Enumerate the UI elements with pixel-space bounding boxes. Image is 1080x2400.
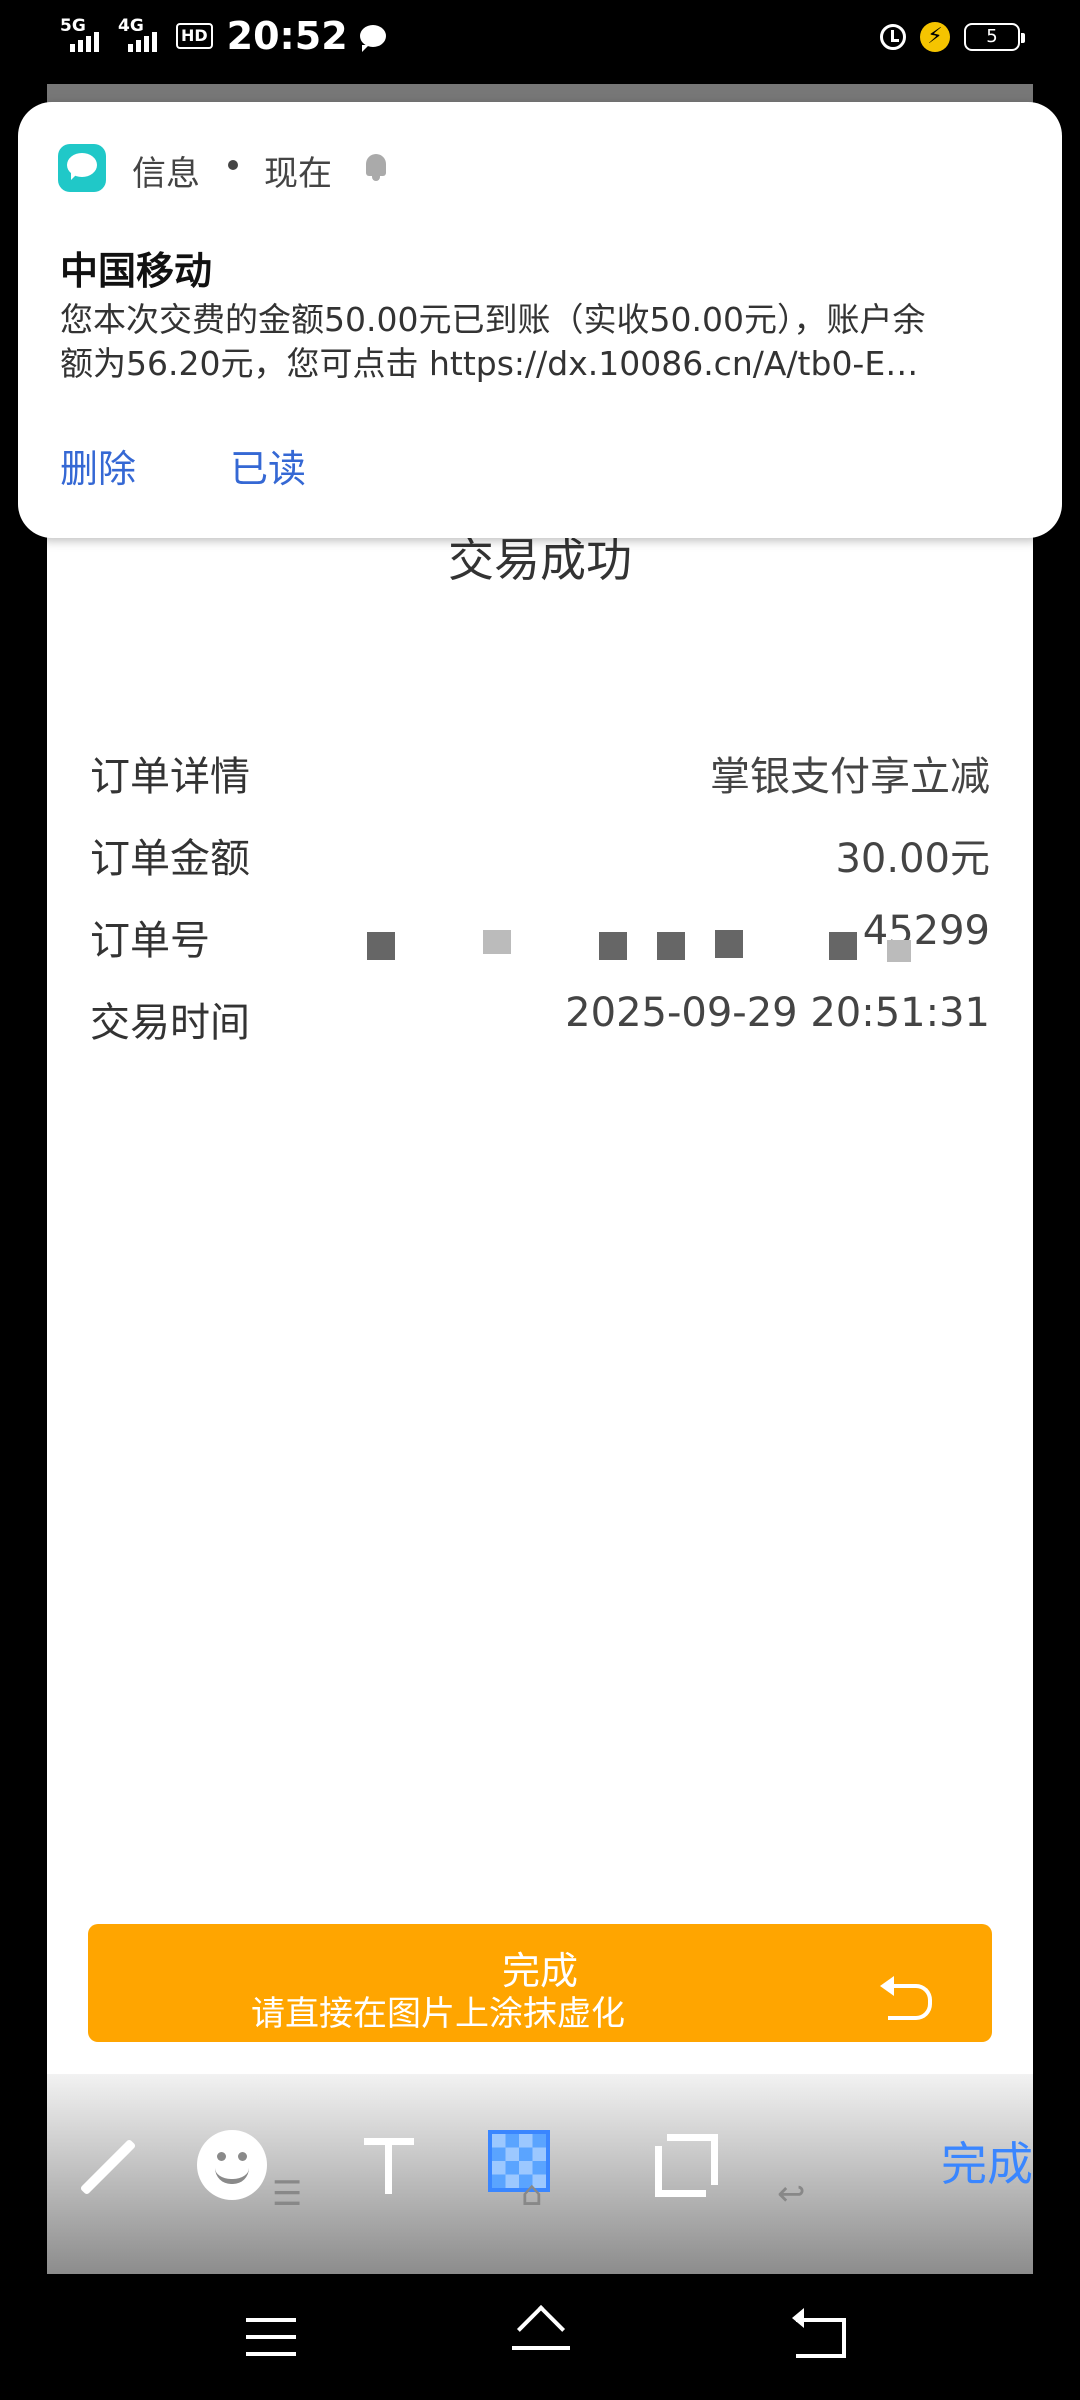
redaction-mark — [715, 930, 743, 958]
redaction-mark — [829, 932, 857, 960]
message-notification-icon — [359, 25, 386, 52]
ghost-home-icon: ⌂ — [521, 2174, 543, 2214]
toolbar-done-button[interactable]: 完成 — [941, 2128, 1033, 2194]
notification-sender: 中国移动 — [60, 249, 213, 293]
redaction-mark — [887, 940, 911, 962]
redaction-mark — [657, 932, 685, 960]
row-transaction-time: 交易时间 2025-09-29 20:51:31 — [90, 990, 990, 1060]
redaction-mark — [483, 930, 511, 954]
menu-icon[interactable] — [246, 2318, 296, 2356]
notification-body: 您本次交费的金额50.00元已到账（实收50.00元），账户余 额为56.20元… — [60, 298, 1050, 386]
crop-tool-icon[interactable] — [637, 2124, 727, 2214]
signal-5g-icon: 5G — [60, 16, 110, 56]
sms-notification[interactable]: 信息 现在 中国移动 您本次交费的金额50.00元已到账（实收50.00元），账… — [18, 102, 1062, 538]
redaction-mark — [367, 932, 395, 960]
undo-icon[interactable] — [880, 1976, 932, 2020]
text-tool-icon[interactable] — [352, 2124, 442, 2214]
home-icon[interactable] — [510, 2310, 572, 2354]
clock: 20:52 — [226, 14, 348, 58]
emoji-tool-icon[interactable] — [197, 2130, 267, 2200]
row-value: 30.00元 — [835, 836, 990, 882]
row-label: 订单金额 — [90, 836, 250, 882]
redaction-mark — [599, 932, 627, 960]
charging-icon: ⚡ — [920, 22, 950, 52]
done-button[interactable]: 完成 请直接在图片上涂抹虚化 — [88, 1924, 992, 2042]
pen-tool-icon[interactable] — [61, 2124, 151, 2214]
row-label: 订单详情 — [90, 754, 250, 800]
notification-body-line: 您本次交费的金额50.00元已到账（实收50.00元），账户余 — [60, 300, 926, 339]
row-order-detail: 订单详情 掌银支付享立减 — [90, 744, 990, 814]
status-right: ⚡ 5 — [880, 22, 1025, 52]
row-value: 掌银支付享立减 — [710, 754, 990, 800]
hd-voice-badge: HD — [176, 23, 213, 49]
row-value: 2025-09-29 20:51:31 — [565, 990, 990, 1036]
back-icon[interactable] — [792, 2308, 846, 2358]
screenshot-top-strip — [47, 84, 1033, 104]
alarm-icon — [880, 24, 906, 50]
status-left: 5G 4G HD 20:52 — [60, 14, 386, 58]
row-order-amount: 订单金额 30.00元 — [90, 826, 990, 896]
ghost-back-icon: ↩ — [777, 2174, 806, 2214]
signal-4g-icon: 4G — [118, 16, 168, 56]
status-bar: 5G 4G HD 20:52 ⚡ 5 — [0, 0, 1080, 80]
messages-app-icon — [58, 144, 106, 192]
separator-dot — [228, 160, 238, 170]
notification-time: 现在 — [264, 154, 332, 194]
blur-hint: 请直接在图片上涂抹虚化 — [251, 1994, 625, 2034]
battery-icon: 5 — [964, 23, 1025, 51]
mark-read-button[interactable]: 已读 — [230, 438, 306, 493]
delete-button[interactable]: 删除 — [60, 438, 136, 493]
notification-app-name: 信息 — [132, 154, 200, 194]
row-label: 交易时间 — [90, 1000, 250, 1046]
system-nav-bar — [0, 2276, 1080, 2400]
notification-body-line: 额为56.20元，您可点击 https://dx.10086.cn/A/tb0-… — [60, 344, 919, 383]
row-value: 45299 — [862, 908, 990, 954]
edit-toolbar: ☰ ⌂ ↩ 完成 — [47, 2074, 1033, 2274]
row-label: 订单号 — [90, 918, 210, 964]
ghost-menu-icon: ☰ — [272, 2174, 303, 2214]
bell-icon — [366, 154, 386, 181]
